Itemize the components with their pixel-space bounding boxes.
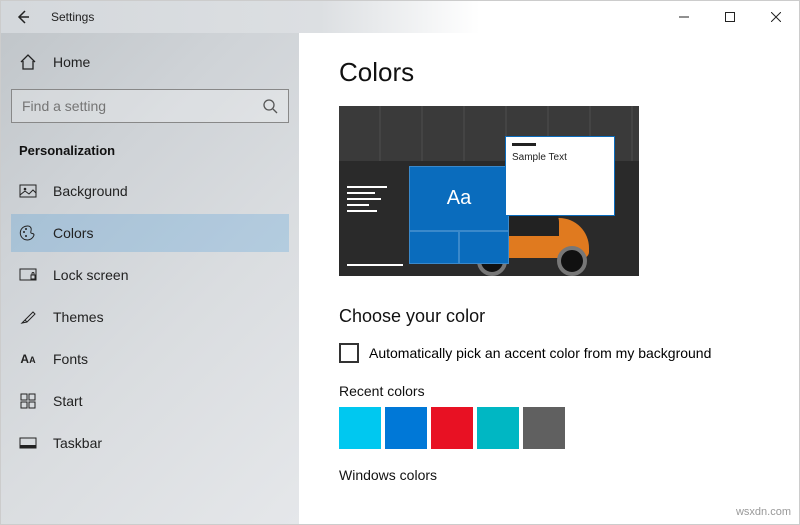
minimize-button[interactable] xyxy=(661,1,707,33)
minimize-icon xyxy=(679,12,689,22)
sidebar-item-colors[interactable]: Colors xyxy=(11,214,289,252)
sidebar-item-label: Colors xyxy=(53,225,93,241)
picture-icon xyxy=(19,182,37,200)
taskbar-icon xyxy=(19,434,37,452)
recent-color-swatch[interactable] xyxy=(431,407,473,449)
sidebar-item-themes[interactable]: Themes xyxy=(11,298,289,336)
sidebar-item-start[interactable]: Start xyxy=(11,382,289,420)
sidebar-item-label: Taskbar xyxy=(53,435,102,451)
preview-tile-aa: Aa xyxy=(409,166,509,231)
page-title: Colors xyxy=(339,57,769,88)
search-input[interactable] xyxy=(22,98,242,114)
back-arrow-icon xyxy=(15,9,31,25)
recent-color-swatch[interactable] xyxy=(523,407,565,449)
close-icon xyxy=(771,12,781,22)
recent-color-swatch[interactable] xyxy=(339,407,381,449)
sidebar-category: Personalization xyxy=(11,137,289,168)
start-icon xyxy=(19,392,37,410)
sidebar-home[interactable]: Home xyxy=(11,47,289,77)
preview-sample-text: Sample Text xyxy=(512,152,608,163)
titlebar: Settings xyxy=(1,1,799,33)
recent-color-swatch[interactable] xyxy=(385,407,427,449)
window-body: Home Personalization Background Colors L… xyxy=(1,33,799,524)
sidebar-item-background[interactable]: Background xyxy=(11,172,289,210)
sidebar-home-label: Home xyxy=(53,54,90,70)
preview-menu-lines xyxy=(347,182,407,216)
sidebar: Home Personalization Background Colors L… xyxy=(1,33,299,524)
content-pane: Colors Aa Sample Text Ch xyxy=(299,33,799,524)
sidebar-item-label: Fonts xyxy=(53,351,88,367)
fonts-icon: AA xyxy=(19,350,37,368)
titlebar-left: Settings xyxy=(1,3,94,31)
search-box[interactable] xyxy=(11,89,289,123)
recent-colors-label: Recent colors xyxy=(339,383,769,399)
watermark: wsxdn.com xyxy=(736,506,791,518)
auto-pick-label: Automatically pick an accent color from … xyxy=(369,345,711,361)
recent-color-swatch[interactable] xyxy=(477,407,519,449)
palette-icon xyxy=(19,224,37,242)
sidebar-item-label: Start xyxy=(53,393,83,409)
windows-colors-label: Windows colors xyxy=(339,467,769,483)
sidebar-item-taskbar[interactable]: Taskbar xyxy=(11,424,289,462)
lockscreen-icon xyxy=(19,266,37,284)
maximize-button[interactable] xyxy=(707,1,753,33)
auto-pick-checkbox[interactable] xyxy=(339,343,359,363)
window-controls xyxy=(661,1,799,33)
back-button[interactable] xyxy=(9,3,37,31)
brush-icon xyxy=(19,308,37,326)
settings-window: Settings Home Personalization Backg xyxy=(0,0,800,525)
close-button[interactable] xyxy=(753,1,799,33)
sidebar-item-label: Lock screen xyxy=(53,267,128,283)
sidebar-item-label: Background xyxy=(53,183,128,199)
choose-color-heading: Choose your color xyxy=(339,306,769,327)
preview-start-menu: Aa xyxy=(409,166,509,264)
home-icon xyxy=(19,53,37,71)
sidebar-item-label: Themes xyxy=(53,309,104,325)
preview-taskbar-line xyxy=(347,264,403,266)
auto-pick-row[interactable]: Automatically pick an accent color from … xyxy=(339,343,769,363)
search-icon xyxy=(262,98,278,114)
recent-colors xyxy=(339,407,769,449)
color-preview: Aa Sample Text xyxy=(339,106,639,276)
sidebar-item-fonts[interactable]: AA Fonts xyxy=(11,340,289,378)
maximize-icon xyxy=(725,12,735,22)
window-title: Settings xyxy=(51,10,94,24)
preview-sample-window: Sample Text xyxy=(505,136,615,216)
sidebar-item-lockscreen[interactable]: Lock screen xyxy=(11,256,289,294)
